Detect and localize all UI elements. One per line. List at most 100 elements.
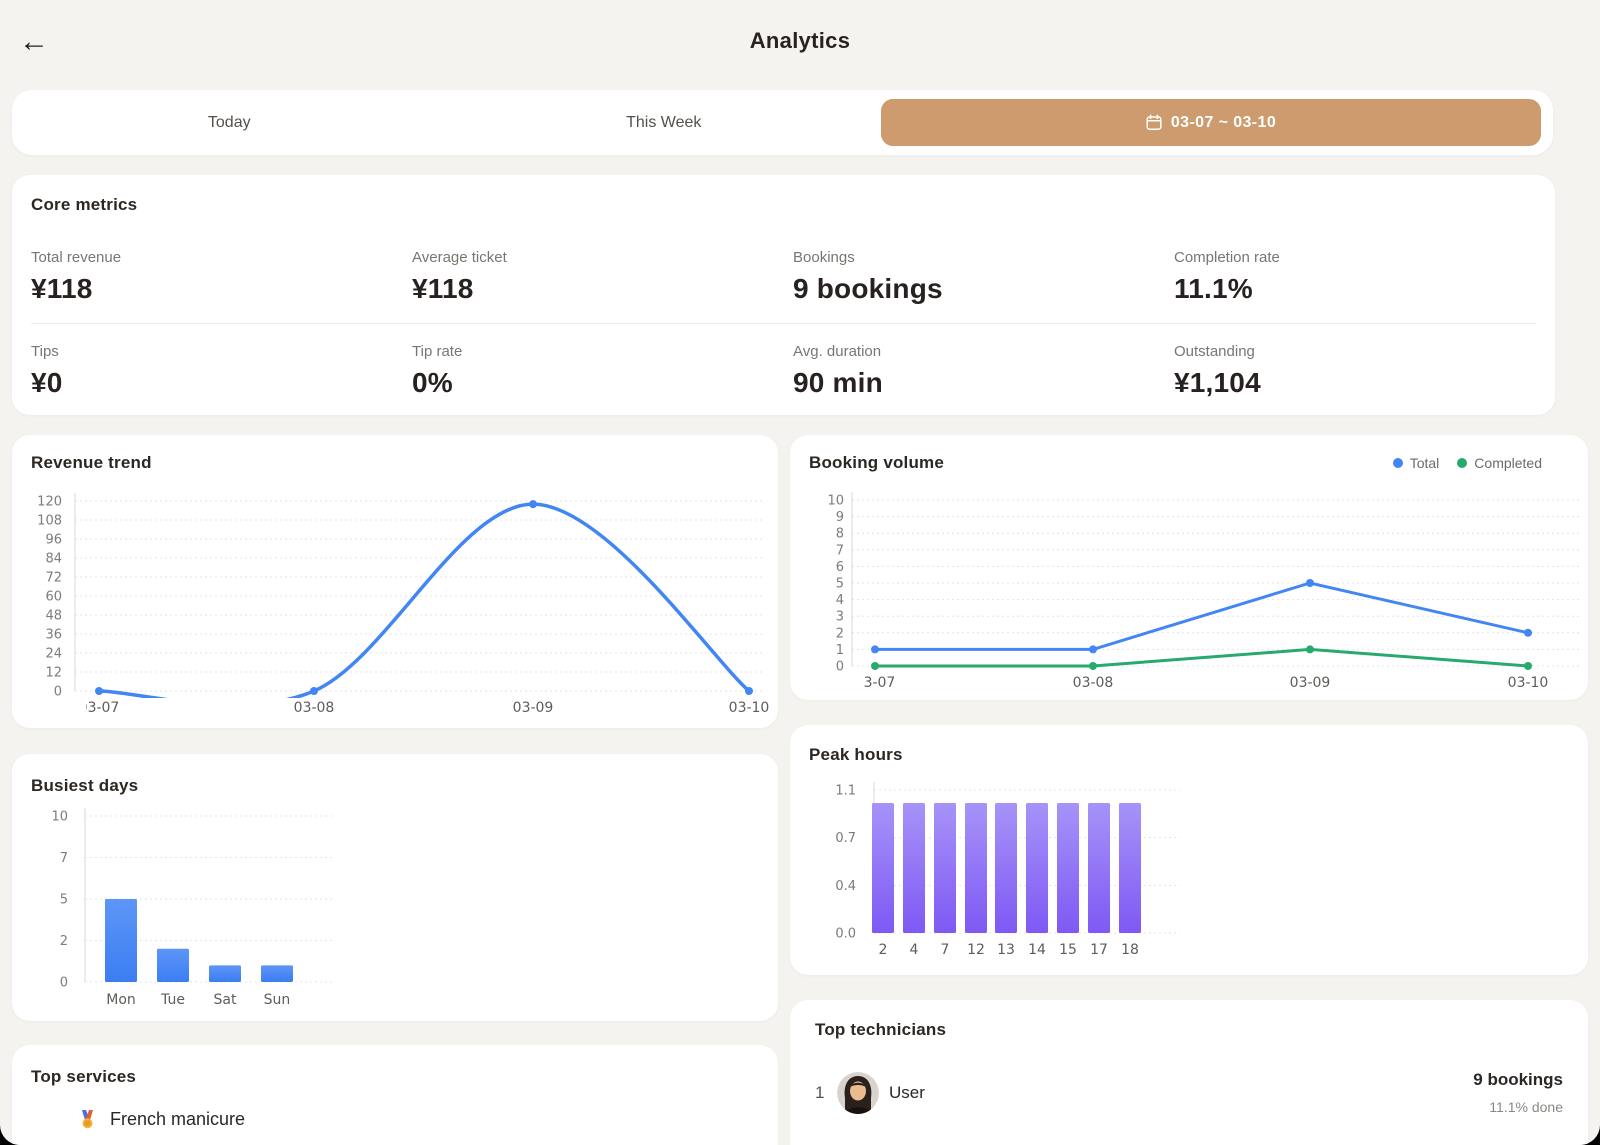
svg-text:0.7: 0.7 (835, 831, 856, 846)
avatar (837, 1072, 879, 1114)
metric-value: ¥118 (412, 273, 793, 305)
metric-avg-duration: Avg. duration 90 min (793, 343, 1174, 399)
svg-text:36: 36 (45, 628, 62, 643)
svg-text:84: 84 (45, 552, 62, 567)
svg-text:4: 4 (910, 942, 919, 958)
svg-text:5: 5 (836, 577, 844, 592)
svg-text:03-08: 03-08 (294, 700, 335, 716)
metrics-divider (31, 323, 1536, 324)
tab-today[interactable]: Today (12, 114, 447, 132)
svg-text:10: 10 (51, 810, 68, 825)
metric-value: ¥1,104 (1174, 367, 1555, 399)
core-metrics-card: Core metrics Total revenue ¥118 Average … (12, 175, 1555, 415)
top-services-title: Top services (31, 1067, 778, 1087)
revenue-trend-card: Revenue trend 0122436486072849610812003-… (12, 435, 778, 728)
back-button[interactable]: ← (12, 20, 56, 64)
svg-text:6: 6 (836, 560, 844, 575)
svg-text:2: 2 (60, 934, 68, 949)
svg-text:0: 0 (54, 685, 62, 700)
page-title: Analytics (0, 0, 1600, 54)
metric-label: Tips (31, 343, 412, 360)
svg-text:Tue: Tue (160, 992, 185, 1008)
svg-text:3: 3 (836, 610, 844, 625)
svg-text:0: 0 (836, 660, 844, 675)
metric-outstanding: Outstanding ¥1,104 (1174, 343, 1555, 399)
svg-text:12: 12 (967, 942, 985, 958)
svg-text:0.0: 0.0 (835, 927, 856, 942)
metric-value: ¥118 (31, 273, 412, 305)
technician-rank: 1 (815, 1083, 837, 1103)
svg-text:2: 2 (879, 942, 888, 958)
peak-hours-title: Peak hours (809, 745, 903, 765)
metric-bookings: Bookings 9 bookings (793, 249, 1174, 305)
technician-list-item[interactable]: 1 User 9 bookings 11.1% done (815, 1070, 1563, 1115)
svg-text:03-08: 03-08 (1073, 675, 1114, 691)
busiest-days-card: Busiest days 025710MonTueSatSun (12, 754, 778, 1021)
metric-value: 9 bookings (793, 273, 1174, 305)
top-technicians-title: Top technicians (815, 1020, 1563, 1040)
metric-label: Total revenue (31, 249, 412, 266)
legend-label-completed: Completed (1474, 455, 1542, 471)
metrics-row-1: Total revenue ¥118 Average ticket ¥118 B… (31, 249, 1555, 305)
top-technicians-card: Top technicians 1 User 9 (790, 1000, 1588, 1145)
svg-text:15: 15 (1059, 942, 1077, 958)
date-range-button[interactable]: 03-07 ~ 03-10 (881, 99, 1541, 146)
svg-text:03-07: 03-07 (79, 700, 120, 716)
metric-label: Tip rate (412, 343, 793, 360)
svg-text:8: 8 (836, 527, 844, 542)
svg-text:03-07: 03-07 (855, 675, 896, 691)
svg-text:120: 120 (37, 495, 62, 510)
svg-text:7: 7 (941, 942, 950, 958)
svg-text:9: 9 (836, 510, 844, 525)
technician-name: User (889, 1083, 925, 1103)
left-column: Revenue trend 0122436486072849610812003-… (12, 435, 778, 1145)
svg-text:13: 13 (997, 942, 1015, 958)
metric-label: Bookings (793, 249, 1174, 266)
metric-value: 11.1% (1174, 273, 1555, 305)
svg-text:Sun: Sun (264, 992, 291, 1008)
svg-text:03-10: 03-10 (1508, 675, 1549, 691)
analytics-page: ← Analytics Today This Week 03-07 ~ 03-1… (0, 0, 1600, 1145)
svg-text:0: 0 (60, 976, 68, 991)
svg-text:03-09: 03-09 (513, 700, 554, 716)
metrics-row-2: Tips ¥0 Tip rate 0% Avg. duration 90 min… (31, 343, 1555, 399)
svg-text:2: 2 (836, 626, 844, 641)
metric-label: Avg. duration (793, 343, 1174, 360)
core-metrics-title: Core metrics (31, 195, 1555, 215)
calendar-icon (1146, 114, 1162, 131)
booking-volume-title: Booking volume (809, 453, 944, 473)
chart-legend: Total Completed (1393, 455, 1542, 471)
svg-text:1.1: 1.1 (835, 784, 856, 799)
svg-text:03-10: 03-10 (729, 700, 770, 716)
metric-tip-rate: Tip rate 0% (412, 343, 793, 399)
metric-total-revenue: Total revenue ¥118 (31, 249, 412, 305)
revenue-trend-chart: 0122436486072849610812003-0703-0803-0903… (12, 435, 778, 728)
service-name: French manicure (110, 1109, 245, 1130)
date-range-label: 03-07 ~ 03-10 (1171, 114, 1276, 132)
peak-hours-chart: 0.00.40.71.1247121314151718 (790, 725, 1588, 975)
tab-this-week[interactable]: This Week (447, 114, 882, 132)
metric-label: Outstanding (1174, 343, 1555, 360)
svg-text:Mon: Mon (106, 992, 136, 1008)
metric-value: 0% (412, 367, 793, 399)
booking-volume-card: Booking volume Total Completed 012345678… (790, 435, 1588, 700)
peak-hours-card: Peak hours 0.00.40.71.1247121314151718 (790, 725, 1588, 975)
svg-text:03-09: 03-09 (1290, 675, 1331, 691)
busiest-days-title: Busiest days (31, 776, 138, 796)
gold-medal-icon (79, 1110, 96, 1129)
svg-text:Sat: Sat (214, 992, 237, 1008)
legend-dot-completed (1457, 458, 1467, 468)
svg-text:1: 1 (836, 643, 844, 658)
top-services-card: Top services French manicure (12, 1045, 778, 1145)
metric-label: Average ticket (412, 249, 793, 266)
svg-text:72: 72 (45, 571, 62, 586)
svg-text:7: 7 (836, 543, 844, 558)
arrow-left-icon: ← (19, 25, 49, 58)
metric-label: Completion rate (1174, 249, 1555, 266)
technician-done-rate: 11.1% done (1473, 1099, 1563, 1115)
legend-label-total: Total (1410, 455, 1440, 471)
service-list-item[interactable]: French manicure (31, 1109, 778, 1130)
svg-text:5: 5 (60, 893, 68, 908)
right-column: Booking volume Total Completed 012345678… (790, 435, 1588, 1145)
legend-dot-total (1393, 458, 1403, 468)
